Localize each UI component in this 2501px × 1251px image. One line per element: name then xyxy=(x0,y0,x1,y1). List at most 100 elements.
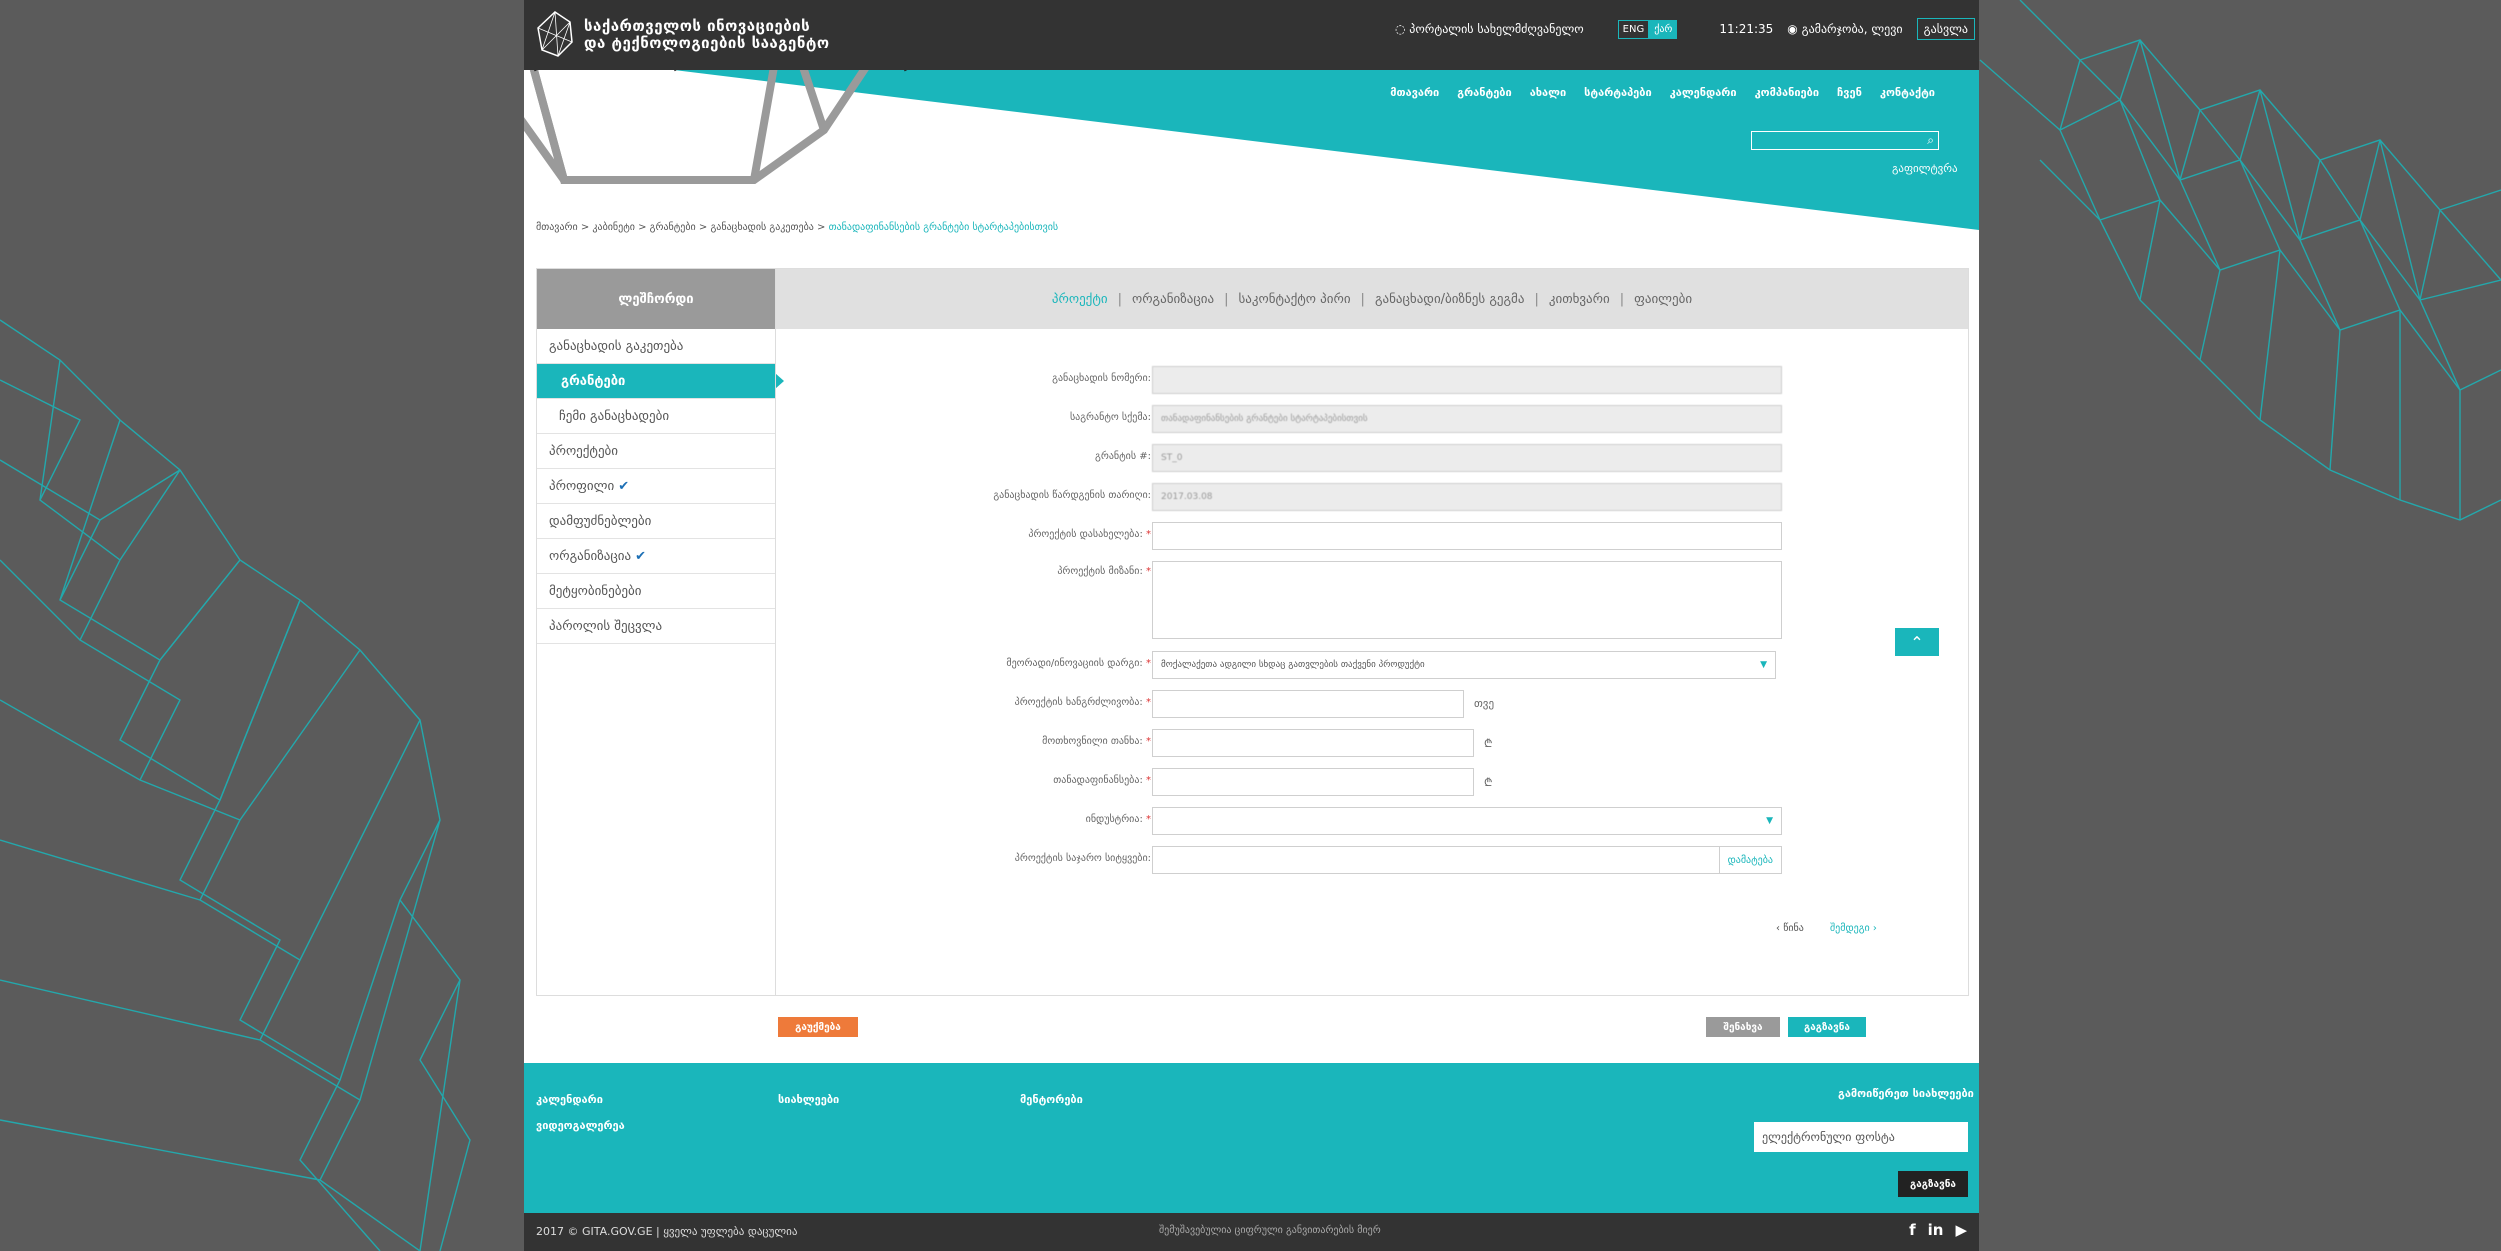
logo-emblem-icon xyxy=(537,11,573,57)
sidebar-item-founders[interactable]: დამფუძნებლები xyxy=(537,504,775,539)
field-label-text: მოთხოვნილი თანხა: xyxy=(1042,736,1143,747)
form-tabs: პროექტი | ორგანიზაცია | საკონტაქტო პირი | გ… xyxy=(776,269,1968,329)
field-label-text: პროექტის დასახელება: xyxy=(1028,529,1143,540)
newsletter-email-input[interactable]: ელექტრონული ფოსტა xyxy=(1754,1122,1968,1152)
sidebar: განაცხადის გაკეთება გრანტები ჩემი განაცხ… xyxy=(537,329,784,644)
footer-link-video-gallery[interactable]: ვიდეოგალერეა xyxy=(536,1119,625,1132)
grant-scheme-field: თანადაფინანსების გრანტები სტარტაპებისთვი… xyxy=(1152,405,1782,433)
nav-item-grants[interactable]: გრანტები xyxy=(1457,86,1511,99)
advanced-search-link[interactable]: გაფილტვრა xyxy=(1892,162,1958,175)
nav-item-home[interactable]: მთავარი xyxy=(1390,86,1439,99)
tab-questionnaire[interactable]: კითხვარი xyxy=(1539,292,1620,307)
nav-item-about[interactable]: ჩვენ xyxy=(1837,86,1862,99)
sidebar-title: ლეშჩორდი xyxy=(537,269,775,329)
submit-button[interactable]: გაგზავნა xyxy=(1788,1017,1866,1037)
user-icon: ◉ xyxy=(1787,22,1798,36)
footer-link-mentors[interactable]: მენტორები xyxy=(1020,1093,1083,1106)
youtube-icon[interactable]: ▶ xyxy=(1955,1221,1967,1239)
grant-number-field: ST_0 xyxy=(1152,444,1782,472)
nav-item-news[interactable]: ახალი xyxy=(1530,86,1566,99)
field-label-text: მეორადი/ინოვაციის დარგი: xyxy=(1006,658,1143,669)
cancel-button[interactable]: გაუქმება xyxy=(778,1017,858,1037)
tab-organization[interactable]: ორგანიზაცია xyxy=(1122,292,1224,307)
checkmark-icon: ✔ xyxy=(618,478,630,494)
footer: კალენდარი სიახლეები მენტორები ვიდეოგალერ… xyxy=(524,1063,1979,1213)
linkedin-icon[interactable]: in xyxy=(1928,1221,1944,1239)
industry-select[interactable]: ▼ xyxy=(1152,807,1782,835)
required-mark: * xyxy=(1146,814,1151,825)
field-label: განაცხადის წარდგენის თარიღი: xyxy=(993,490,1151,501)
nav-item-calendar[interactable]: კალენდარი xyxy=(1670,86,1737,99)
sidebar-item-grants[interactable]: გრანტები xyxy=(537,364,784,399)
main-nav: მთავარი გრანტები ახალი სტარტაპები კალენდ… xyxy=(1390,86,1935,99)
tab-contact-person[interactable]: საკონტაქტო პირი xyxy=(1228,292,1360,307)
tab-files[interactable]: ფაილები xyxy=(1624,292,1702,307)
project-title-input[interactable] xyxy=(1152,522,1782,550)
clock: 11:21:35 xyxy=(1719,22,1774,36)
field-label: მეორადი/ინოვაციის დარგი: * xyxy=(1006,658,1151,669)
footer-link-calendar[interactable]: კალენდარი xyxy=(536,1093,603,1106)
user-greeting[interactable]: ◉ გამარჯობა, ლევი xyxy=(1787,22,1902,36)
tab-business-plan[interactable]: განაცხადი/ბიზნეს გეგმა xyxy=(1365,292,1535,307)
field-label: გრანტის #: xyxy=(1095,451,1151,462)
required-mark: * xyxy=(1146,658,1151,669)
logout-button[interactable]: გასვლა xyxy=(1916,18,1975,40)
project-goal-textarea[interactable] xyxy=(1152,561,1782,639)
save-button[interactable]: შენახვა xyxy=(1706,1017,1780,1037)
next-page-link[interactable]: შემდეგი › xyxy=(1830,923,1877,934)
sidebar-item-organization[interactable]: ორგანიზაცია ✔ xyxy=(537,539,775,574)
lang-geo-button[interactable]: ქარ xyxy=(1649,19,1678,39)
breadcrumb-path[interactable]: მთავარი > კაბინეტი > გრანტები > განაცხად… xyxy=(536,222,829,233)
sidebar-item-label: განაცხადის გაკეთება xyxy=(549,338,684,354)
nav-item-contact[interactable]: კონტაქტი xyxy=(1880,86,1935,99)
add-keyword-button[interactable]: დამატება xyxy=(1718,847,1781,873)
social-links: f in ▶ xyxy=(1909,1221,1967,1239)
nav-item-companies[interactable]: კომპანიები xyxy=(1755,86,1819,99)
keywords-input[interactable]: დამატება xyxy=(1152,846,1782,874)
search-icon[interactable]: ⌕ xyxy=(1927,133,1934,148)
sidebar-item-new-application[interactable]: განაცხადის გაკეთება xyxy=(537,329,775,364)
field-label-text: პროექტის მიზანი: xyxy=(1057,566,1143,577)
sector-select-value: მოქალაქეთა ადგილი სხდაც გათვლების თაქვენ… xyxy=(1161,660,1425,670)
sidebar-item-profile[interactable]: პროფილი ✔ xyxy=(537,469,775,504)
requested-amount-input[interactable] xyxy=(1152,729,1474,757)
field-label: პროექტის საჯარო სიტყვები: xyxy=(1014,853,1151,864)
chevron-right-icon: › xyxy=(1872,923,1877,934)
sidebar-item-label: პროექტები xyxy=(549,443,618,459)
sidebar-item-messages[interactable]: მეტყობინებები xyxy=(537,574,775,609)
required-mark: * xyxy=(1146,529,1151,540)
site-logo[interactable]: საქართველოს ინოვაციების და ტექნოლოგიების… xyxy=(536,10,830,60)
language-switcher: ENG ქარ xyxy=(1617,19,1678,39)
next-label: შემდეგი xyxy=(1830,923,1870,934)
field-label: მოთხოვნილი თანხა: * xyxy=(1042,736,1151,747)
prev-page-link[interactable]: ‹ წინა xyxy=(1776,923,1804,934)
duration-input[interactable] xyxy=(1152,690,1464,718)
required-mark: * xyxy=(1146,566,1151,577)
sidebar-item-my-applications[interactable]: ჩემი განაცხადები xyxy=(537,399,775,434)
sidebar-item-change-password[interactable]: პაროლის შეცვლა xyxy=(537,609,775,644)
sidebar-item-projects[interactable]: პროექტები xyxy=(537,434,775,469)
lang-eng-button[interactable]: ENG xyxy=(1617,19,1650,39)
cofinancing-input[interactable] xyxy=(1152,768,1474,796)
currency-unit: ₾ xyxy=(1484,776,1493,789)
checkmark-icon: ✔ xyxy=(635,548,647,564)
tab-project[interactable]: პროექტი xyxy=(1042,292,1118,307)
field-label-text: პროექტის ხანგრძლივობა: xyxy=(1014,697,1143,708)
field-label-text: ინდუსტრია: xyxy=(1085,814,1143,825)
subscribe-button[interactable]: გაგზავნა xyxy=(1898,1171,1968,1197)
field-label: პროექტის დასახელება: * xyxy=(1028,529,1151,540)
sidebar-item-label: ჩემი განაცხადები xyxy=(559,408,670,424)
breadcrumb-current: თანადაფინანსების გრანტები სტარტაპებისთვი… xyxy=(828,222,1059,233)
copyright-text: 2017 © GITA.GOV.GE | ყველა უფლება დაცული… xyxy=(536,1225,798,1238)
portal-guide-link[interactable]: ◌ პორტალის სახელმძღვანელო xyxy=(1395,22,1584,36)
search-input[interactable]: ⌕ xyxy=(1751,131,1939,150)
portal-guide-label: პორტალის სახელმძღვანელო xyxy=(1409,22,1584,36)
nav-item-startups[interactable]: სტარტაპები xyxy=(1584,86,1651,99)
chevron-left-icon: ‹ xyxy=(1776,923,1780,934)
footer-link-news[interactable]: სიახლეები xyxy=(778,1093,839,1106)
scroll-to-top-button[interactable]: ⌃ xyxy=(1895,628,1939,656)
sector-select[interactable]: მოქალაქეთა ადგილი სხდაც გათვლების თაქვენ… xyxy=(1152,651,1776,679)
sidebar-item-label: პაროლის შეცვლა xyxy=(549,618,663,634)
currency-unit: ₾ xyxy=(1484,737,1493,750)
facebook-icon[interactable]: f xyxy=(1909,1221,1916,1239)
